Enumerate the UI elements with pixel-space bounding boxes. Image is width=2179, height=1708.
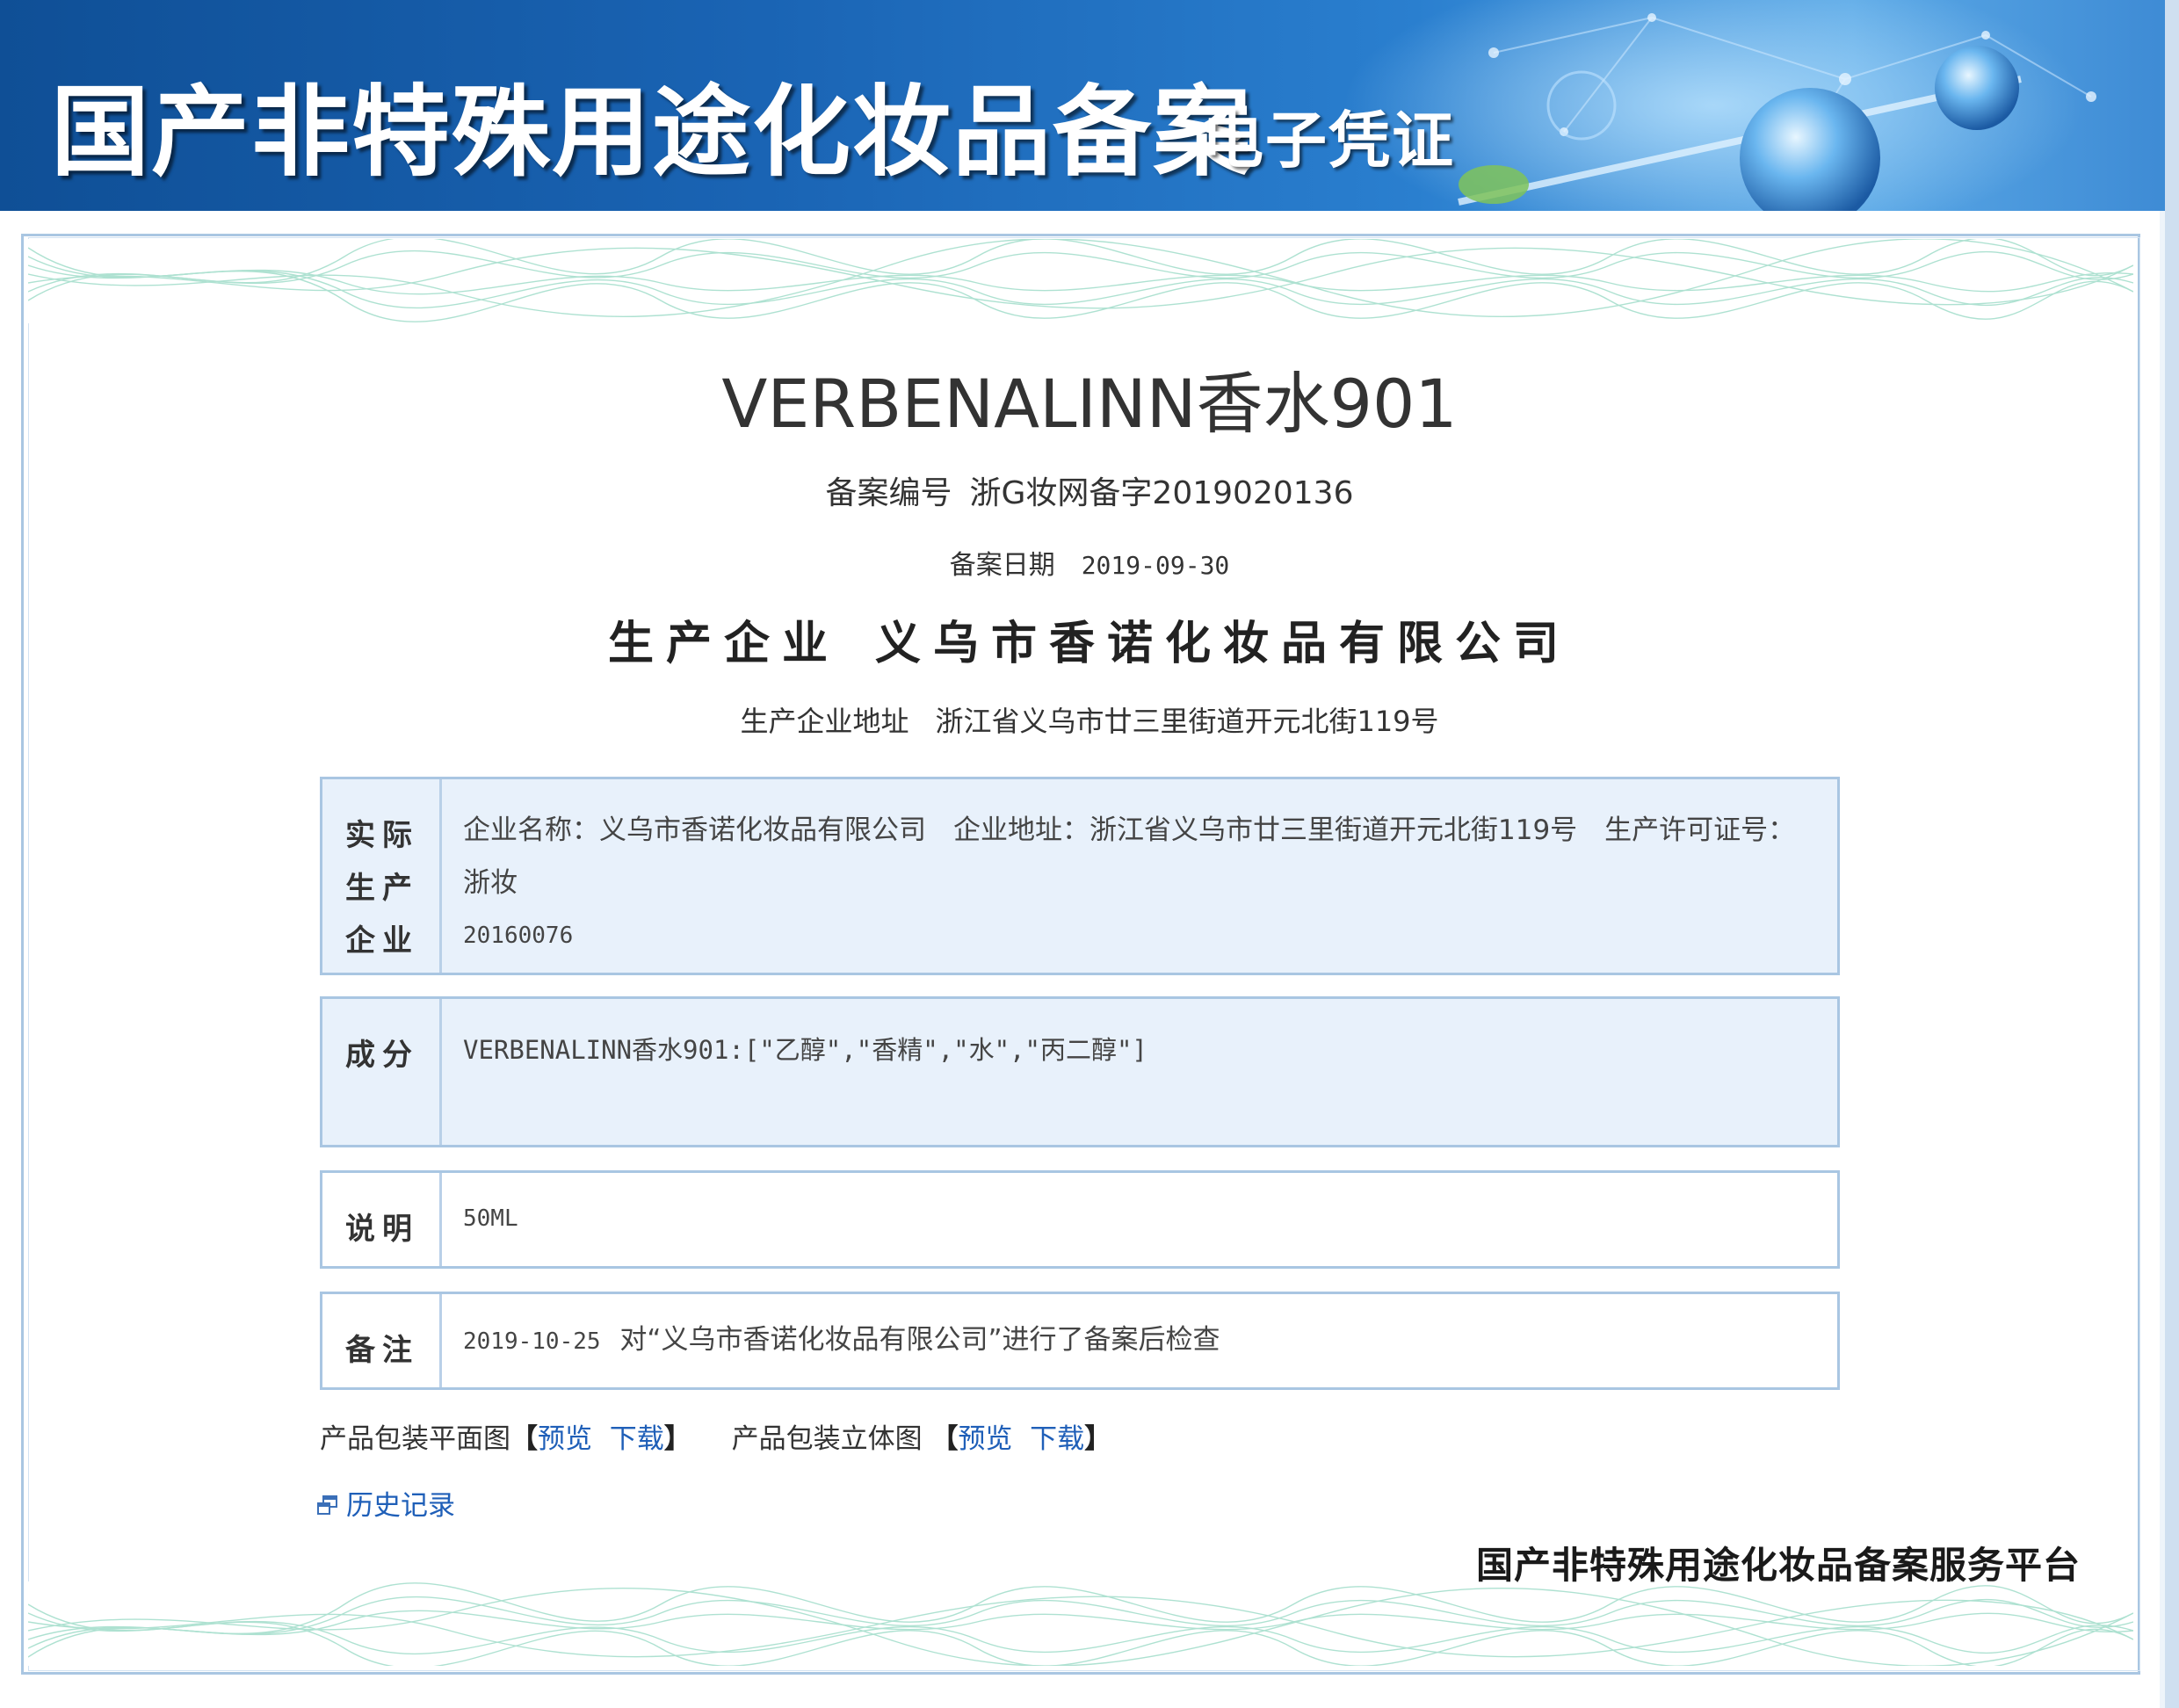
banner-title: 国产非特殊用途化妆品备案	[51, 75, 1253, 190]
flat-package-label: 产品包装平面图	[320, 1423, 510, 1455]
label-line: 生产	[345, 871, 419, 906]
registration-date: 备案日期 2019-09-30	[0, 543, 2179, 582]
solid-preview-link[interactable]: 预览	[958, 1423, 1012, 1455]
remark-content: 2019-10-25 对“义乌市香诺化妆品有限公司”进行了备案后检查	[463, 1314, 1811, 1368]
history-link[interactable]: 历史记录	[316, 1483, 455, 1523]
actual-manufacturer-line1: 企业名称：义乌市香诺化妆品有限公司 企业地址：浙江省义乌市廿三里街道开元北街11…	[463, 814, 1796, 899]
description-box: 说明 50ML	[320, 1170, 1840, 1269]
history-link-label: 历史记录	[346, 1490, 455, 1522]
header-banner: 国产非特殊用途化妆品备案 电子凭证	[0, 0, 2179, 211]
manufacturer-address-value: 浙江省义乌市廿三里街道开元北街119号	[935, 705, 1439, 738]
registration-number-label: 备案编号	[825, 475, 952, 511]
solid-package-label: 产品包装立体图	[731, 1423, 923, 1455]
package-image-links: 产品包装平面图【预览 下载】 产品包装立体图 【预览 下载】	[320, 1416, 1111, 1456]
manufacturer-address-label: 生产企业地址	[740, 705, 909, 738]
actual-manufacturer-box: 实际 生产 企业 企业名称：义乌市香诺化妆品有限公司 企业地址：浙江省义乌市廿三…	[320, 777, 1840, 975]
product-name: VERBENALINN香水901	[721, 365, 1458, 443]
flat-preview-link[interactable]: 预览	[538, 1423, 592, 1455]
remark-date: 2019-10-25	[463, 1328, 601, 1355]
solid-download-link[interactable]: 下载	[1030, 1423, 1084, 1455]
manufacturer-address: 生产企业地址 浙江省义乌市廿三里街道开元北街119号	[0, 699, 2179, 740]
actual-manufacturer-label: 实际 生产 企业	[322, 779, 442, 973]
description-content: 50ML	[463, 1192, 1811, 1245]
guilloche-border-bottom	[28, 1581, 2133, 1666]
actual-manufacturer-content: 企业名称：义乌市香诺化妆品有限公司 企业地址：浙江省义乌市廿三里街道开元北街11…	[463, 804, 1811, 962]
registration-number: 备案编号 浙G妆网备字2019020136	[0, 467, 2179, 513]
flat-download-link[interactable]: 下载	[610, 1423, 664, 1455]
platform-name: 国产非特殊用途化妆品备案服务平台	[1476, 1544, 2081, 1587]
remark-text: 对“义乌市香诺化妆品有限公司”进行了备案后检查	[619, 1324, 1220, 1356]
registration-number-value: 浙G妆网备字2019020136	[969, 475, 1354, 511]
manufacturer-label: 生产企业	[607, 617, 840, 670]
bracket-close: 】	[663, 1423, 691, 1455]
label-line: 企业	[345, 923, 419, 959]
popup-window-icon	[316, 1492, 339, 1523]
manufacturer: 生产企业 义乌市香诺化妆品有限公司	[0, 606, 2179, 672]
bracket-open: 【	[510, 1423, 538, 1455]
registration-date-value: 2019-09-30	[1081, 551, 1230, 580]
actual-manufacturer-line2: 20160076	[463, 923, 574, 949]
manufacturer-name: 义乌市香诺化妆品有限公司	[875, 617, 1572, 670]
registration-date-label: 备案日期	[949, 550, 1055, 581]
ingredients-box: 成分 VERBENALINN香水901:["乙醇","香精","水","丙二醇"…	[320, 996, 1840, 1147]
remark-box: 备注 2019-10-25 对“义乌市香诺化妆品有限公司”进行了备案后检查	[320, 1292, 1840, 1390]
remark-label: 备注	[322, 1294, 442, 1387]
guilloche-border-top	[28, 239, 2133, 323]
description-text: 50ML	[463, 1205, 518, 1232]
ingredients-text: VERBENALINN香水901:["乙醇","香精","水","丙二醇"]	[463, 1035, 1147, 1065]
window-edge	[2165, 0, 2179, 1708]
bracket-close: 】	[1084, 1423, 1112, 1455]
description-label: 说明	[322, 1173, 442, 1266]
label-line: 实际	[345, 818, 419, 853]
ingredients-label: 成分	[322, 999, 442, 1145]
ingredients-content: VERBENALINN香水901:["乙醇","香精","水","丙二醇"]	[463, 1024, 1811, 1076]
bracket-open: 【	[930, 1423, 959, 1455]
banner-subtitle: 电子凭证	[1202, 104, 1455, 177]
